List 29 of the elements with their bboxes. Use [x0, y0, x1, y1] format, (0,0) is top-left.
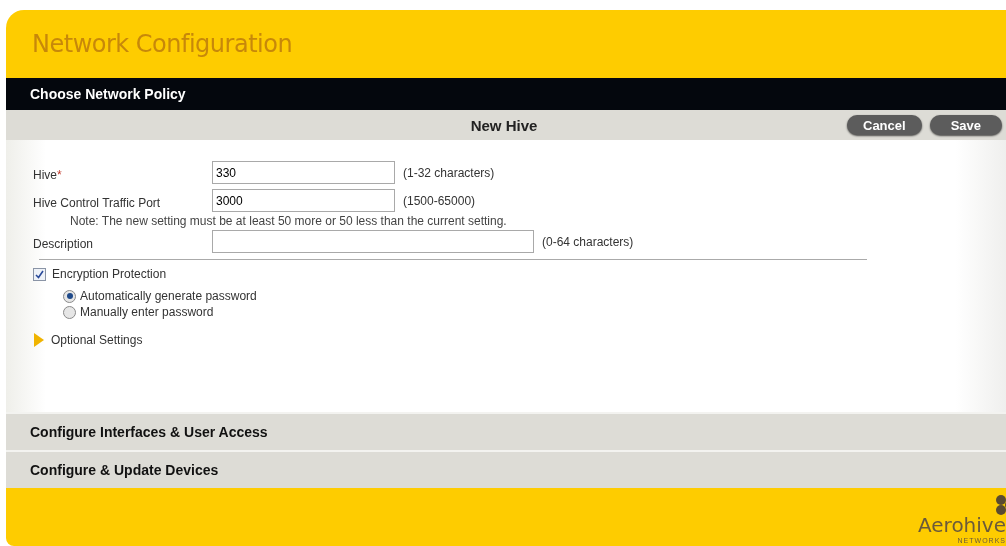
- step-header[interactable]: Configure & Update Devices: [6, 450, 1006, 488]
- field-label: Hive Control Traffic Port: [33, 194, 162, 210]
- step-title: Choose Network Policy: [30, 86, 186, 102]
- step-header[interactable]: Choose Network Policy: [6, 78, 1006, 110]
- step-title: Configure Interfaces & User Access: [30, 424, 268, 440]
- field-label: Description: [33, 235, 95, 251]
- save-button[interactable]: Save: [929, 115, 1002, 135]
- note-text: Note: The new setting must be at least 50 more or 50 less than the current setting.: [69, 214, 508, 228]
- step-title: Configure & Update Devices: [30, 462, 219, 478]
- radio-label: Automatically generate password: [80, 289, 257, 303]
- text-field[interactable]: 330: [212, 161, 395, 184]
- text-field[interactable]: 3000: [212, 189, 395, 212]
- checkbox[interactable]: [33, 267, 46, 281]
- field-hint: (1-32 characters): [403, 165, 495, 180]
- radio-button[interactable]: [63, 305, 76, 319]
- radio-label: Manually enter password: [80, 305, 214, 319]
- radio-button[interactable]: [63, 289, 76, 303]
- step-header[interactable]: Configure Interfaces & User Access: [6, 412, 1006, 450]
- cancel-button[interactable]: Cancel: [847, 115, 922, 135]
- field-hint: (1500-65000): [403, 193, 476, 208]
- logo-text: Aerohive: [917, 513, 1006, 537]
- checkbox-label: Encryption Protection: [52, 267, 167, 281]
- caret-right-icon[interactable]: [33, 333, 45, 347]
- field-label: Hive*: [33, 166, 63, 182]
- text-field[interactable]: [212, 230, 534, 253]
- form-title: New Hive: [470, 116, 538, 134]
- page-title: Network Configuration: [32, 30, 293, 58]
- expander-label[interactable]: Optional Settings: [51, 333, 143, 347]
- field-hint: (0-64 characters): [542, 234, 634, 249]
